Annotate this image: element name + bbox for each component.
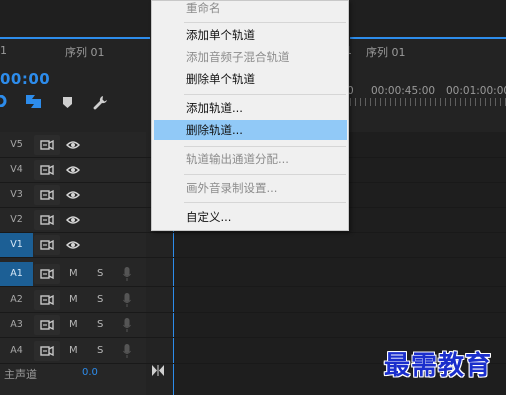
menu-item: 重命名: [186, 1, 221, 15]
track-target-a3[interactable]: A3: [0, 313, 33, 337]
active-tab-underline-right: [350, 37, 506, 39]
playhead-timecode[interactable]: 00:00: [0, 70, 50, 88]
track-target-a2[interactable]: A2: [0, 288, 33, 312]
menu-separator: [184, 202, 346, 203]
menu-item: 添加音频子混合轨道: [186, 50, 290, 64]
tab-number-left[interactable]: 1: [0, 44, 7, 57]
menu-separator: [184, 174, 346, 175]
watermark-text: 最需教育: [384, 351, 493, 381]
menu-separator: [184, 146, 346, 147]
snap-icon[interactable]: [0, 95, 8, 107]
tab-sequence-left[interactable]: 序列 01: [65, 44, 105, 60]
microphone-icon[interactable]: [123, 318, 131, 333]
tab-sequence-right[interactable]: 序列 01: [366, 44, 406, 60]
microphone-icon[interactable]: [123, 292, 131, 308]
camera-icon[interactable]: [40, 294, 54, 306]
menu-item[interactable]: 删除轨道...: [154, 120, 347, 140]
eye-icon[interactable]: [66, 140, 80, 150]
solo-button[interactable]: S: [97, 313, 103, 337]
mute-button[interactable]: M: [69, 288, 78, 312]
camera-icon[interactable]: [40, 214, 54, 226]
ruler-label-1m: 00:01:00:00: [446, 85, 506, 97]
menu-item: 画外音录制设置...: [186, 181, 278, 195]
menu-item[interactable]: 添加单个轨道: [154, 25, 347, 45]
mute-button[interactable]: M: [69, 339, 78, 363]
menu-item[interactable]: 删除单个轨道: [154, 69, 347, 89]
track-target-v5[interactable]: V5: [0, 133, 33, 157]
linked-selection-icon[interactable]: [26, 95, 41, 108]
camera-icon[interactable]: [40, 189, 54, 201]
eye-icon[interactable]: [66, 190, 80, 200]
solo-button[interactable]: S: [97, 288, 103, 312]
camera-icon[interactable]: [40, 164, 54, 176]
camera-icon[interactable]: [40, 345, 54, 357]
track-context-menu: 重命名添加单个轨道添加音频子混合轨道删除单个轨道 添加轨道... 删除轨道... 轨道…: [151, 0, 349, 231]
master-label: 主声道: [4, 368, 37, 381]
wrench-icon[interactable]: [93, 95, 108, 110]
ruler-label-45s: 00:00:45:00: [371, 85, 436, 97]
master-track: 主声道 0.0: [0, 362, 174, 386]
audio-track-row[interactable]: A3 M S: [0, 313, 506, 338]
microphone-icon[interactable]: [123, 267, 131, 282]
menu-item: 轨道输出通道分配...: [186, 152, 289, 166]
master-volume-value[interactable]: 0.0: [82, 367, 98, 378]
track-target-v2[interactable]: V2: [0, 208, 33, 232]
menu-item[interactable]: 自定义...: [154, 207, 347, 227]
camera-icon[interactable]: [40, 239, 54, 251]
track-target-a4[interactable]: A4: [0, 339, 33, 363]
camera-icon[interactable]: [40, 139, 54, 151]
camera-icon[interactable]: [40, 319, 54, 331]
audio-track-row[interactable]: A2 M S: [0, 288, 506, 313]
audio-track-row[interactable]: A1 M S: [0, 262, 506, 287]
add-marker-icon[interactable]: [63, 97, 72, 108]
active-tab-underline: [0, 37, 150, 39]
track-target-a1[interactable]: A1: [0, 262, 33, 286]
solo-button[interactable]: S: [97, 262, 103, 286]
menu-separator: [184, 94, 346, 95]
solo-button[interactable]: S: [97, 339, 103, 363]
mute-button[interactable]: M: [69, 262, 78, 286]
time-ruler[interactable]: [350, 98, 506, 106]
microphone-icon[interactable]: [123, 343, 131, 359]
menu-separator: [184, 22, 346, 23]
eye-icon[interactable]: [66, 215, 80, 225]
track-target-v1[interactable]: V1: [0, 233, 33, 257]
camera-icon[interactable]: [40, 268, 54, 280]
eye-icon[interactable]: [66, 165, 80, 175]
master-go-to-icon[interactable]: [152, 365, 164, 376]
track-target-v4[interactable]: V4: [0, 158, 33, 182]
eye-icon[interactable]: [66, 240, 80, 250]
video-track-row[interactable]: V1: [0, 233, 506, 258]
menu-item[interactable]: 添加轨道...: [154, 98, 347, 118]
mute-button[interactable]: M: [69, 313, 78, 337]
track-target-v3[interactable]: V3: [0, 183, 33, 207]
